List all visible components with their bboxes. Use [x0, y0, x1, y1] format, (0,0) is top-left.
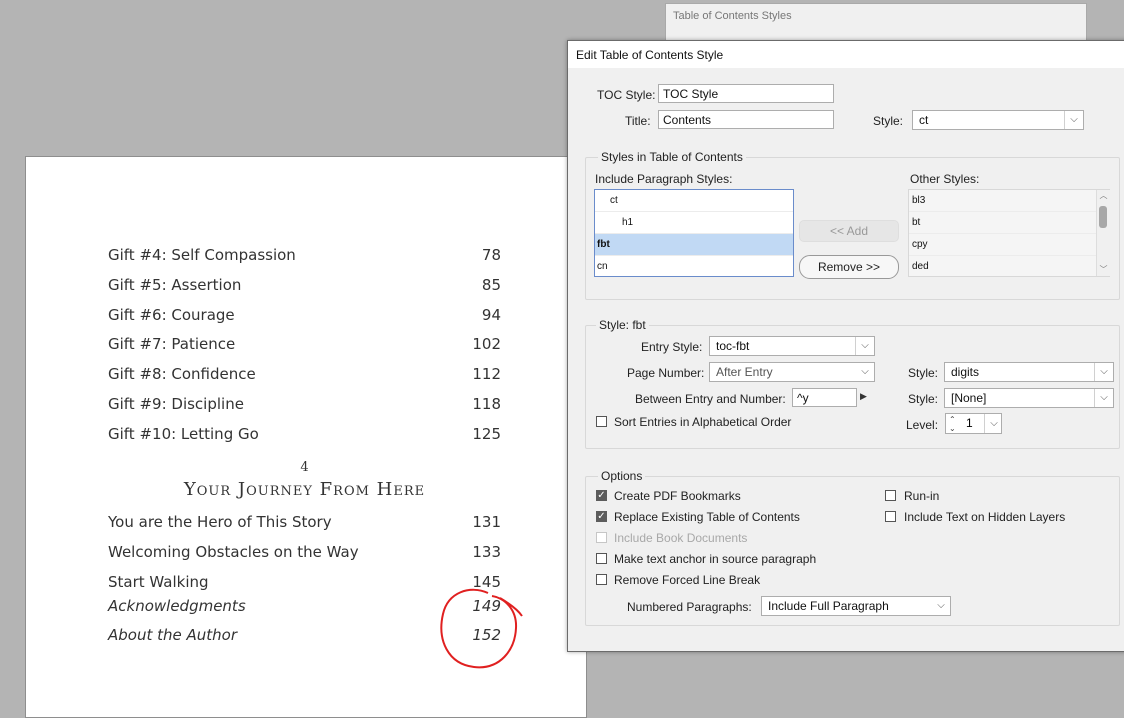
toc-style-input[interactable]: TOC Style	[658, 84, 834, 103]
between-entry-input[interactable]: ^y	[792, 388, 857, 407]
level-value: 1	[966, 416, 973, 430]
between-entry-label: Between Entry and Number:	[635, 392, 786, 406]
spinner-arrows-icon[interactable]: ⌃ ⌄	[949, 415, 956, 433]
title-style-select[interactable]: ct ⌵	[912, 110, 1084, 130]
chevron-down-icon: ⌵	[1094, 389, 1113, 407]
style-fbt-label: Style: fbt	[596, 318, 649, 332]
numbered-paragraphs-value: Include Full Paragraph	[768, 599, 889, 613]
between-style-label: Style:	[908, 392, 939, 406]
list-item[interactable]: cpy	[909, 234, 1109, 256]
remove-forced-checkbox[interactable]	[596, 574, 607, 585]
chevron-down-icon: ⌵	[937, 600, 945, 611]
options-label: Options	[598, 469, 646, 483]
list-item[interactable]: ct	[595, 190, 793, 212]
page-number-value: After Entry	[716, 365, 773, 379]
run-in-label: Run-in	[904, 489, 940, 503]
other-styles-label: Other Styles:	[910, 172, 980, 186]
triangle-right-icon[interactable]: ▶	[860, 391, 867, 402]
chevron-down-icon: ⌵	[1064, 111, 1083, 129]
run-in-checkbox[interactable]	[885, 490, 896, 501]
include-hidden-checkbox[interactable]	[885, 511, 896, 522]
include-book-docs-checkbox[interactable]	[596, 532, 607, 543]
include-styles-label: Include Paragraph Styles:	[595, 172, 733, 186]
sort-label: Sort Entries in Alphabetical Order	[614, 415, 792, 429]
replace-existing-checkbox[interactable]: ✓	[596, 511, 607, 522]
entry-style-value: toc-fbt	[716, 339, 750, 353]
checkmark-icon: ✓	[597, 490, 606, 501]
entry-style-select[interactable]: toc-fbt ⌵	[709, 336, 875, 356]
page-number-style-value: digits	[951, 365, 980, 379]
remove-forced-label: Remove Forced Line Break	[614, 573, 761, 587]
entry-style-label: Entry Style:	[641, 340, 703, 354]
list-item[interactable]: h1	[595, 212, 793, 234]
numbered-paragraphs-select[interactable]: Include Full Paragraph ⌵	[761, 596, 951, 616]
make-anchor-label: Make text anchor in source paragraph	[614, 552, 817, 566]
list-item-selected[interactable]: fbt	[595, 234, 793, 256]
remove-button[interactable]: Remove >>	[799, 255, 899, 279]
dialog-title: Edit Table of Contents Style	[576, 48, 724, 62]
title-input[interactable]: Contents	[658, 110, 834, 129]
create-pdf-bookmarks-checkbox[interactable]: ✓	[596, 490, 607, 501]
add-button[interactable]: << Add	[799, 220, 899, 242]
title-style-label: Style:	[873, 114, 904, 128]
chevron-down-icon: ⌵	[855, 337, 874, 355]
sort-checkbox[interactable]	[596, 416, 607, 427]
title-label: Title:	[625, 114, 651, 128]
include-styles-list[interactable]: ct h1 fbt cn	[594, 189, 794, 277]
scrollbar-thumb[interactable]	[1099, 206, 1107, 228]
create-pdf-bookmarks-label: Create PDF Bookmarks	[614, 489, 741, 503]
page-number-select[interactable]: After Entry ⌵	[709, 362, 875, 382]
toc-style-label: TOC Style:	[597, 88, 656, 102]
include-hidden-label: Include Text on Hidden Layers	[904, 510, 1066, 524]
between-style-select[interactable]: [None] ⌵	[944, 388, 1114, 408]
chevron-down-icon[interactable]: ﹀	[1097, 264, 1110, 276]
styles-in-toc-label: Styles in Table of Contents	[598, 150, 746, 164]
toc-styles-window-title: Table of Contents Styles	[673, 10, 792, 22]
level-label: Level:	[906, 418, 939, 432]
level-stepper[interactable]: ⌃ ⌄ 1 ⌵	[945, 413, 1002, 434]
between-style-value: [None]	[951, 391, 987, 405]
make-anchor-checkbox[interactable]	[596, 553, 607, 564]
include-book-docs-label: Include Book Documents	[614, 531, 748, 545]
title-style-value: ct	[919, 113, 929, 127]
list-item[interactable]: ded	[909, 256, 1109, 276]
chevron-down-icon[interactable]: ⌵	[984, 414, 1003, 433]
page-number-style-label: Style:	[908, 366, 939, 380]
other-styles-scrollbar[interactable]: ︿ ﹀	[1096, 190, 1110, 276]
list-item[interactable]: bl3	[909, 190, 1109, 212]
chevron-down-icon: ⌵	[861, 366, 869, 377]
list-item[interactable]: cn	[595, 256, 793, 276]
numbered-paragraphs-label: Numbered Paragraphs:	[627, 600, 752, 614]
list-item[interactable]: bt	[909, 212, 1109, 234]
checkmark-icon: ✓	[597, 511, 606, 522]
page-number-label: Page Number:	[627, 366, 705, 380]
other-styles-list[interactable]: bl3 bt cpy ded	[908, 189, 1110, 277]
chevron-up-icon[interactable]: ︿	[1097, 190, 1110, 202]
page-number-style-select[interactable]: digits ⌵	[944, 362, 1114, 382]
replace-existing-label: Replace Existing Table of Contents	[614, 510, 800, 524]
annotation-circle	[440, 588, 523, 669]
chevron-down-icon: ⌵	[1094, 363, 1113, 381]
